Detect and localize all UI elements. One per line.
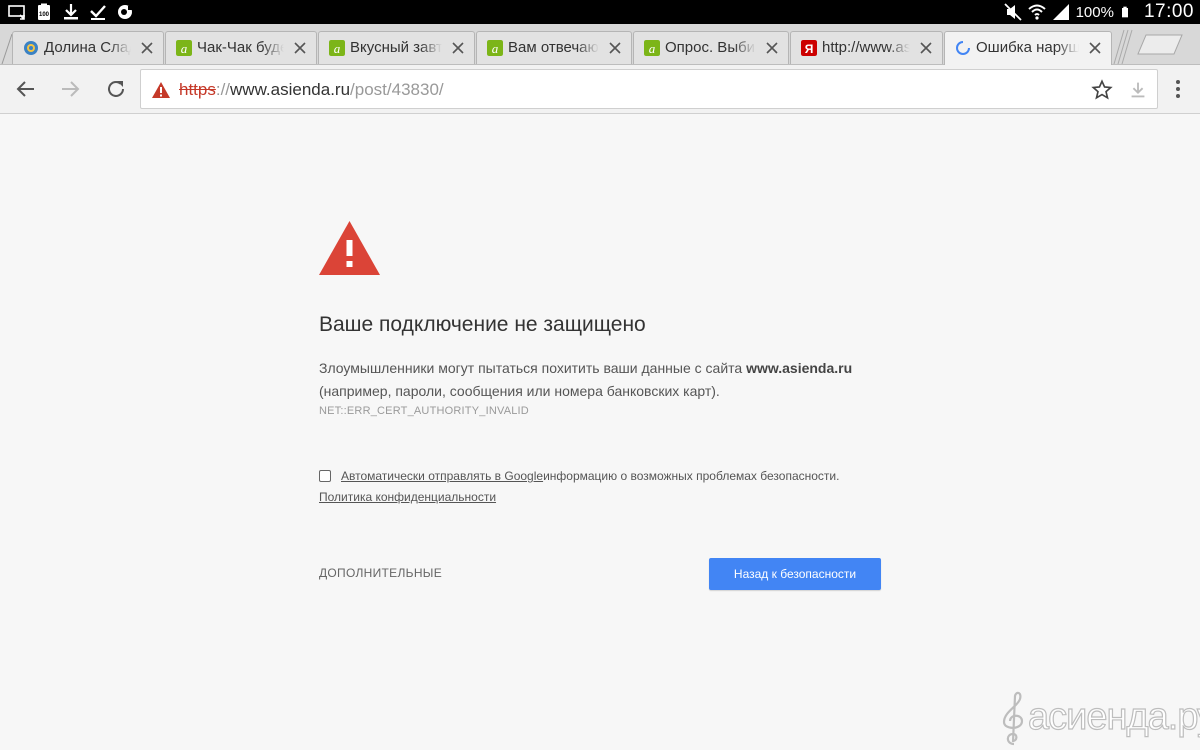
tab-4[interactable]: a Вам отвечают	[476, 31, 632, 64]
wifi-icon	[1027, 4, 1046, 20]
report-checkbox[interactable]	[319, 470, 331, 482]
desc-site: www.asienda.ru	[746, 360, 853, 376]
tab-2[interactable]: a Чак-Чак будем	[165, 31, 317, 64]
loading-spinner-icon	[956, 41, 970, 55]
yandex-favicon: Я	[801, 40, 817, 56]
media-icon	[118, 5, 132, 19]
privacy-policy-link[interactable]: Политика конфиденциальности	[319, 490, 496, 504]
toolbar: https://www.asienda.ru/post/43830/	[0, 65, 1200, 114]
url-path: /post/43830/	[350, 80, 444, 99]
page-title: Ваше подключение не защищено	[319, 313, 646, 336]
back-arrow-icon[interactable]	[14, 77, 38, 101]
signal-icon	[1052, 4, 1069, 20]
status-bar-right: 100% 17:00	[1003, 0, 1194, 24]
asienda-favicon: a	[329, 40, 345, 56]
desc-prefix: Злоумышленники могут пытаться похитить в…	[319, 360, 747, 376]
close-icon[interactable]	[608, 41, 622, 55]
report-link[interactable]: Автоматически отправлять в Google	[341, 469, 543, 483]
clock: 17:00	[1143, 1, 1194, 22]
report-text: информацию о возможных проблемах безопас…	[543, 469, 840, 483]
warning-triangle-icon	[319, 221, 380, 275]
tab-title: Опрос. Выбираем	[665, 39, 756, 59]
close-icon[interactable]	[1088, 41, 1102, 55]
tab-title: Чак-Чак будем	[197, 39, 284, 59]
star-icon[interactable]	[1091, 79, 1113, 101]
menu-icon[interactable]	[1170, 77, 1186, 101]
advanced-button[interactable]: ДОПОЛНИТЕЛЬНЫЕ	[319, 566, 442, 580]
tab-7-active[interactable]: Ошибка нарушения	[944, 31, 1112, 65]
tab-title: Долина Сладостей	[44, 39, 131, 59]
address-bar[interactable]: https://www.asienda.ru/post/43830/	[140, 69, 1158, 109]
close-icon[interactable]	[451, 41, 465, 55]
battery-percent: 100%	[1075, 3, 1114, 21]
battery-widget-icon: 100	[38, 3, 50, 20]
forward-arrow-icon[interactable]	[58, 77, 82, 101]
url-separator: ://	[215, 80, 231, 99]
asienda-favicon: a	[176, 40, 192, 56]
close-icon[interactable]	[140, 41, 154, 55]
status-bar: 100 100% 17:00	[0, 0, 1200, 24]
back-to-safety-button[interactable]: Назад к безопасности	[709, 558, 881, 590]
watermark-text: асиенда.ру	[1027, 695, 1200, 738]
battery-icon	[1121, 6, 1128, 18]
tab-6[interactable]: Я http://www.asienda.ru	[790, 31, 943, 64]
url-host: www.asienda.ru	[230, 80, 351, 99]
cast-icon	[8, 5, 25, 20]
watermark: асиенда.ру	[996, 690, 1200, 746]
check-icon	[90, 5, 106, 20]
tab-title: Вам отвечают	[508, 39, 599, 59]
tab-strip: Долина Сладостей a Чак-Чак будем a Вкусн…	[0, 24, 1200, 65]
download-icon	[64, 4, 78, 20]
tab-5[interactable]: a Опрос. Выбираем	[633, 31, 789, 64]
download-page-icon[interactable]	[1127, 79, 1149, 101]
interstitial-page: Ваше подключение не защищено Злоумышленн…	[0, 114, 1200, 750]
new-tab-button[interactable]	[1130, 32, 1186, 56]
svg-text:a: a	[334, 41, 341, 56]
close-icon[interactable]	[919, 41, 933, 55]
asienda-favicon: a	[644, 40, 660, 56]
svg-text:a: a	[181, 41, 188, 56]
desc-suffix: (например, пароли, сообщения или номера …	[319, 383, 720, 399]
tab-title: http://www.asienda.ru	[822, 39, 910, 59]
asienda-favicon: a	[487, 40, 503, 56]
error-code: NET::ERR_CERT_AUTHORITY_INVALID	[319, 405, 529, 417]
battery-widget-text: 100	[39, 12, 50, 18]
url-scheme: https	[179, 80, 216, 99]
tab-1[interactable]: Долина Сладостей	[12, 31, 164, 64]
error-description: Злоумышленники могут пытаться похитить в…	[319, 357, 889, 403]
tab-3[interactable]: a Вкусный завтрак	[318, 31, 475, 64]
mute-icon	[1003, 3, 1022, 21]
status-bar-left: 100	[8, 3, 134, 21]
globe-favicon	[24, 41, 38, 55]
svg-text:Я: Я	[805, 42, 814, 56]
close-icon[interactable]	[765, 41, 779, 55]
close-icon[interactable]	[293, 41, 307, 55]
tab-title: Вкусный завтрак	[350, 39, 442, 59]
tab-title: Ошибка нарушения	[976, 39, 1079, 59]
svg-text:a: a	[649, 41, 656, 56]
treble-clef-icon	[1002, 691, 1024, 746]
warning-icon	[152, 82, 170, 98]
report-checkbox-row: Автоматически отправлять в Google информ…	[319, 467, 839, 485]
url-text[interactable]: https://www.asienda.ru/post/43830/	[179, 80, 444, 100]
svg-text:a: a	[492, 41, 499, 56]
reload-icon[interactable]	[104, 77, 128, 101]
